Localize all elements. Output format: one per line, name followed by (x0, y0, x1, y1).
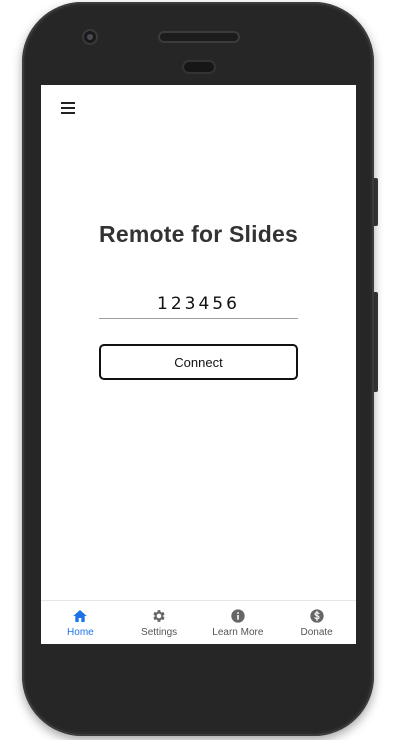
gear-icon (153, 610, 165, 622)
nav-item-settings[interactable]: Settings (120, 601, 199, 644)
earpiece-speaker (160, 33, 238, 41)
connect-button[interactable]: Connect (99, 344, 298, 380)
dollar-icon (309, 609, 324, 623)
info-icon (231, 609, 245, 623)
nav-item-home[interactable]: Home (41, 601, 120, 644)
nav-label-settings: Settings (141, 627, 178, 638)
code-input[interactable] (99, 290, 298, 319)
app-title: Remote for Slides (99, 221, 298, 247)
home-icon (73, 610, 88, 622)
nav-label-home: Home (67, 627, 94, 638)
hamburger-menu-icon[interactable] (61, 102, 75, 114)
nav-label-donate: Donate (300, 627, 333, 638)
nav-item-learn-more[interactable]: Learn More (199, 601, 278, 644)
bottom-navigation: Home Settings Learn More Donate (41, 600, 356, 644)
proximity-sensor (184, 62, 214, 72)
front-camera-icon (84, 31, 96, 43)
nav-label-learn-more: Learn More (212, 627, 264, 638)
app-screen: Remote for Slides Connect Home Settings (41, 85, 356, 644)
device-mockup: Remote for Slides Connect Home Settings (0, 0, 400, 740)
nav-item-donate[interactable]: Donate (277, 601, 356, 644)
